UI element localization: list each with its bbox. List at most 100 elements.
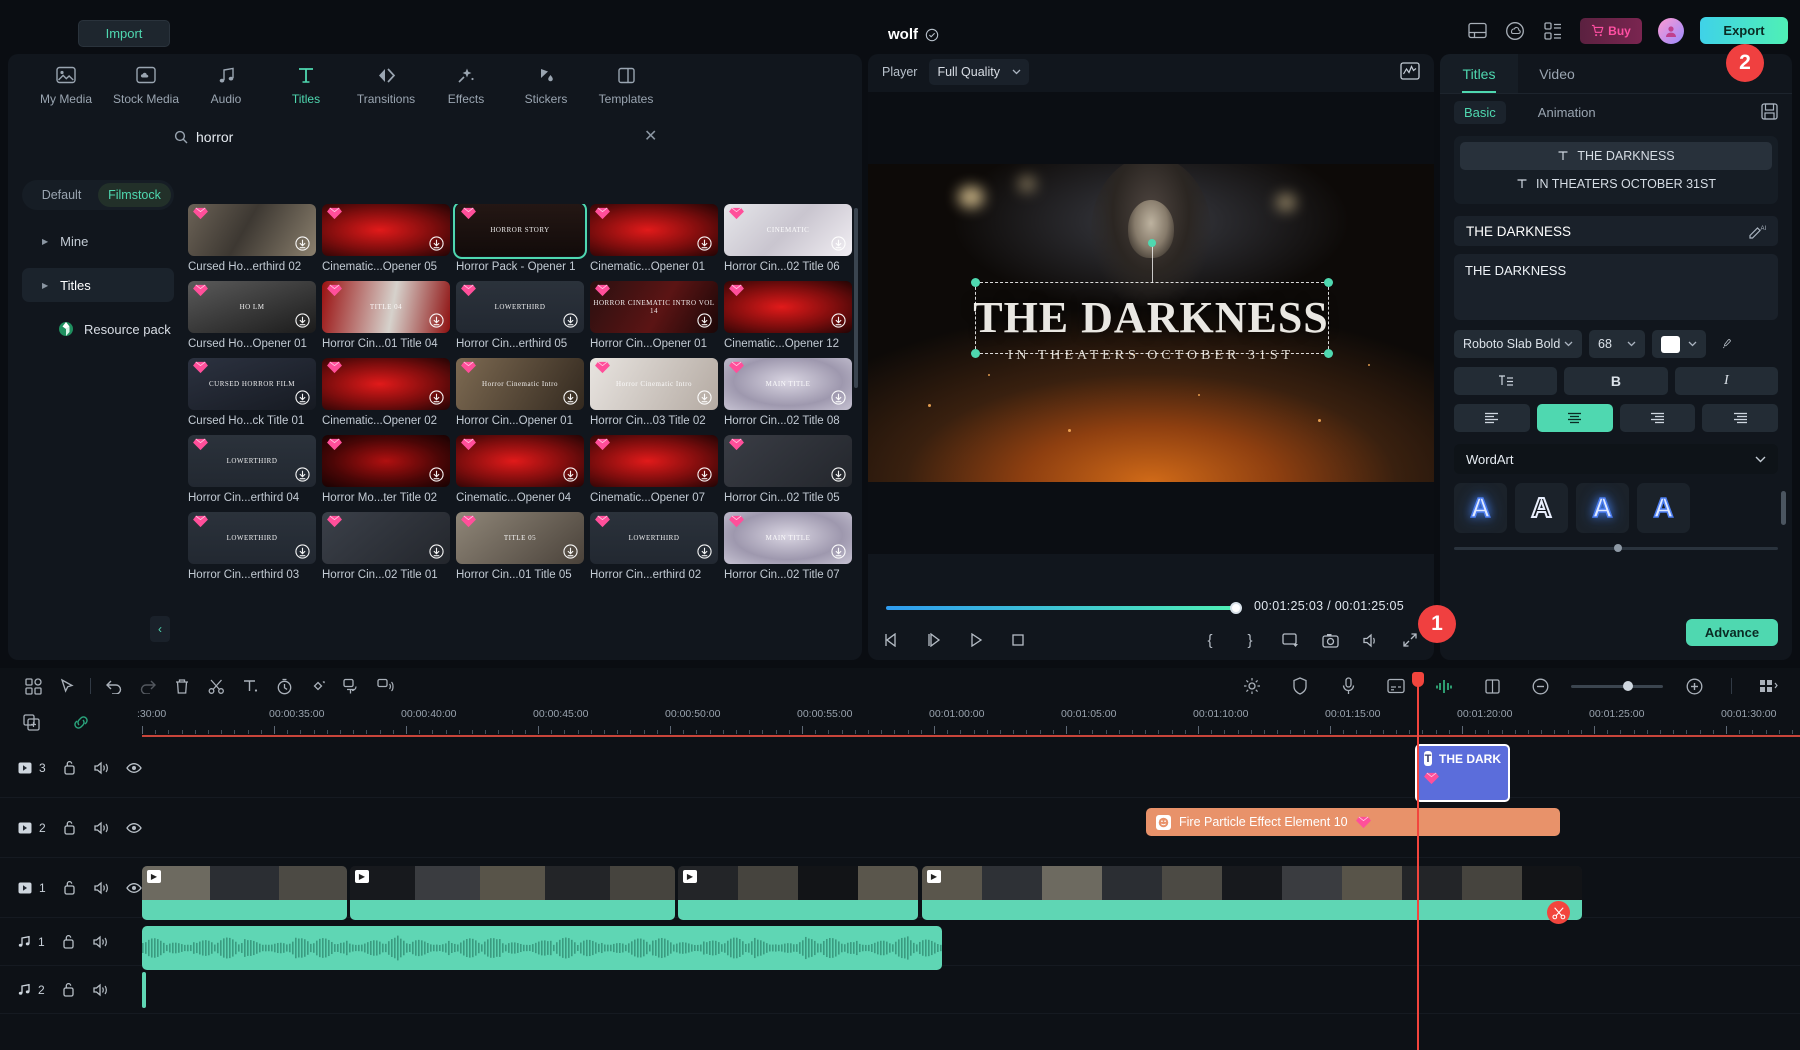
sidebar-item-mine[interactable]: ▶ Mine xyxy=(22,224,174,258)
template-thumbnail[interactable]: CINEMATIC xyxy=(724,204,852,256)
mark-out-icon[interactable]: } xyxy=(1240,630,1260,650)
template-thumbnail[interactable] xyxy=(322,512,450,564)
eyedropper-icon[interactable] xyxy=(1713,330,1741,358)
nav-tab-audio[interactable]: Audio xyxy=(186,64,266,106)
template-thumbnail[interactable] xyxy=(322,358,450,410)
collapse-panel-button[interactable]: ‹ xyxy=(150,616,170,642)
view-options-icon[interactable] xyxy=(1752,672,1786,700)
title-template-item[interactable]: LOWERTHIRDHorror Cin...erthird 02 xyxy=(590,512,718,581)
nav-tab-stickers[interactable]: Stickers xyxy=(506,64,586,106)
font-color-picker[interactable] xyxy=(1652,330,1706,358)
mic-icon[interactable] xyxy=(1331,672,1365,700)
download-icon[interactable] xyxy=(563,390,578,405)
nav-tab-my-media[interactable]: My Media xyxy=(26,64,106,106)
template-thumbnail[interactable] xyxy=(322,435,450,487)
audio-clip-small[interactable] xyxy=(142,972,146,1008)
template-thumbnail[interactable] xyxy=(724,435,852,487)
tab-titles[interactable]: Titles xyxy=(1440,54,1518,93)
template-thumbnail[interactable]: Horror Cinematic Intro xyxy=(456,358,584,410)
subtitle-icon[interactable] xyxy=(1379,672,1413,700)
title-template-item[interactable]: TITLE 04Horror Cin...01 Title 04 xyxy=(322,281,450,350)
align-center-icon[interactable] xyxy=(1537,404,1613,432)
title-template-item[interactable]: Cinematic...Opener 01 xyxy=(590,204,718,273)
template-thumbnail[interactable]: TITLE 04 xyxy=(322,281,450,333)
title-template-item[interactable]: Cinematic...Opener 07 xyxy=(590,435,718,504)
title-template-item[interactable]: Cinematic...Opener 12 xyxy=(724,281,852,350)
wordart-dropdown[interactable]: WordArt xyxy=(1454,444,1778,474)
layout-icon[interactable] xyxy=(1466,20,1488,42)
download-icon[interactable] xyxy=(831,313,846,328)
title-template-item[interactable]: Horror Cinematic IntroHorror Cin...03 Ti… xyxy=(590,358,718,427)
lock-icon[interactable] xyxy=(62,880,78,896)
video-clip[interactable]: ▶ xyxy=(142,866,347,920)
save-preset-icon[interactable] xyxy=(1761,103,1778,120)
marker-green-icon[interactable] xyxy=(1427,672,1461,700)
wordart-scrollbar[interactable] xyxy=(1781,491,1786,525)
rotate-handle[interactable] xyxy=(1148,239,1156,247)
download-icon[interactable] xyxy=(697,544,712,559)
title-template-item[interactable]: HO LMCursed Ho...Opener 01 xyxy=(188,281,316,350)
title-template-item[interactable]: LOWERTHIRDHorror Cin...erthird 04 xyxy=(188,435,316,504)
mute-icon[interactable] xyxy=(94,760,110,776)
nav-tab-templates[interactable]: Templates xyxy=(586,64,666,106)
effect-clip[interactable]: Fire Particle Effect Element 10 xyxy=(1146,808,1560,836)
volume-icon[interactable] xyxy=(1360,630,1380,650)
title-template-item[interactable]: CINEMATICHorror Cin...02 Title 06 xyxy=(724,204,852,273)
panel-slider[interactable] xyxy=(1454,547,1778,550)
template-thumbnail[interactable]: LOWERTHIRD xyxy=(188,435,316,487)
download-icon[interactable] xyxy=(831,467,846,482)
template-thumbnail[interactable]: TITLE 05 xyxy=(456,512,584,564)
nav-tab-stock-media[interactable]: Stock Media xyxy=(106,64,186,106)
text-input-area[interactable]: THE DARKNESS xyxy=(1454,254,1778,320)
waveform-scope-icon[interactable] xyxy=(1400,62,1420,82)
fullscreen-icon[interactable] xyxy=(1400,630,1420,650)
layout-grid-icon[interactable] xyxy=(16,672,50,700)
align-justify-icon[interactable] xyxy=(1702,404,1778,432)
download-icon[interactable] xyxy=(831,544,846,559)
add-track-icon[interactable] xyxy=(14,708,48,736)
download-icon[interactable] xyxy=(295,390,310,405)
keyframe-diamond-icon[interactable] xyxy=(301,672,335,700)
subtab-basic[interactable]: Basic xyxy=(1454,101,1506,124)
download-icon[interactable] xyxy=(295,313,310,328)
title-template-item[interactable]: LOWERTHIRDHorror Cin...erthird 05 xyxy=(456,281,584,350)
download-icon[interactable] xyxy=(429,313,444,328)
title-template-item[interactable]: HORROR STORYHorror Pack - Opener 1 xyxy=(456,204,584,273)
template-thumbnail[interactable] xyxy=(590,204,718,256)
audio-clip[interactable] xyxy=(142,926,942,970)
mute-icon[interactable] xyxy=(93,934,109,950)
eye-icon[interactable] xyxy=(126,760,142,776)
mute-icon[interactable] xyxy=(93,982,109,998)
eye-icon[interactable] xyxy=(126,880,142,896)
download-icon[interactable] xyxy=(697,236,712,251)
track-body[interactable]: T THE DARK xyxy=(142,738,1800,797)
template-thumbnail[interactable]: HORROR CINEMATIC INTRO VOL 14 xyxy=(590,281,718,333)
text-selection-box[interactable] xyxy=(975,282,1329,354)
clear-search-icon[interactable]: ✕ xyxy=(644,126,657,146)
download-icon[interactable] xyxy=(563,313,578,328)
link-icon[interactable] xyxy=(64,708,98,736)
mute-icon[interactable] xyxy=(94,880,110,896)
template-thumbnail[interactable]: HO LM xyxy=(188,281,316,333)
wordart-preset-outline-dark[interactable]: A xyxy=(1515,483,1568,533)
sidebar-item-titles[interactable]: ▶ Titles xyxy=(22,268,174,302)
seek-bar-progress[interactable] xyxy=(886,606,1236,610)
text-spacing-icon[interactable] xyxy=(1454,367,1557,395)
redo-icon[interactable] xyxy=(131,672,165,700)
crop-icon[interactable] xyxy=(1475,672,1509,700)
export-button[interactable]: Export xyxy=(1700,17,1788,44)
text-layer-item[interactable]: IN THEATERS OCTOBER 31ST xyxy=(1460,170,1772,198)
play-icon[interactable] xyxy=(966,630,986,650)
speed-clock-icon[interactable] xyxy=(267,672,301,700)
track-body[interactable] xyxy=(142,918,1800,965)
title-template-item[interactable]: MAIN TITLEHorror Cin...02 Title 07 xyxy=(724,512,852,581)
search-input[interactable] xyxy=(196,129,576,145)
title-template-item[interactable]: CURSED HORROR FILMCursed Ho...ck Title 0… xyxy=(188,358,316,427)
nav-tab-transitions[interactable]: Transitions xyxy=(346,64,426,106)
timeline-zoom-slider[interactable] xyxy=(1571,685,1663,688)
track-body[interactable] xyxy=(142,966,1800,1013)
download-icon[interactable] xyxy=(697,390,712,405)
ai-magic-icon[interactable]: AI xyxy=(1748,223,1766,239)
bold-icon[interactable]: B xyxy=(1564,367,1667,395)
wordart-preset-glow-blue[interactable]: A xyxy=(1454,483,1507,533)
